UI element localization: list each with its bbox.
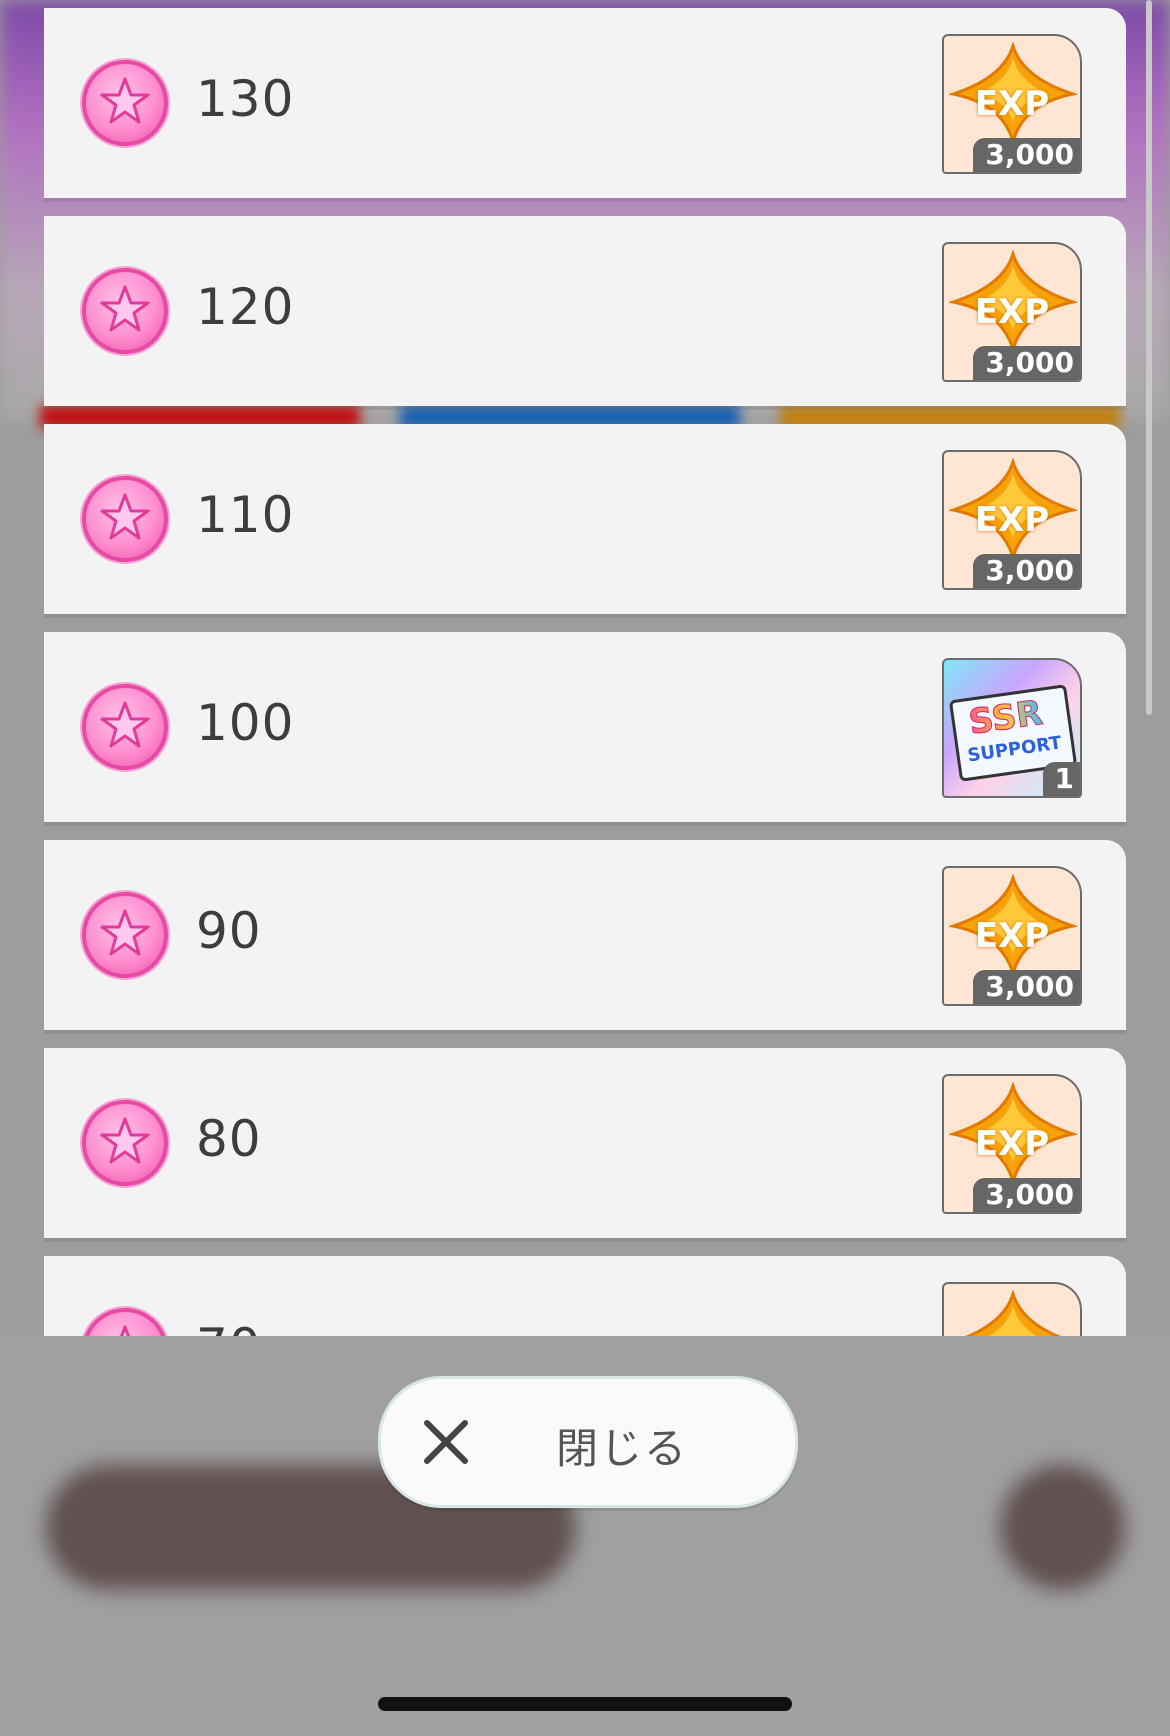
pink-star-coin-icon [82, 1100, 168, 1186]
home-indicator [378, 1697, 792, 1711]
close-icon [424, 1420, 468, 1464]
pink-star-coin-icon [82, 60, 168, 146]
reward-row: 80 EXP 3,000 [44, 1048, 1126, 1238]
reward-row: 70 EXP3,000 [44, 1256, 1126, 1336]
exp-star-icon[interactable]: EXP 3,000 [942, 242, 1082, 382]
exp-star-icon[interactable]: EXP 3,000 [942, 450, 1082, 590]
reward-label: EXP [944, 1332, 1080, 1336]
reward-label: EXP [974, 84, 1050, 124]
pink-star-coin-icon [82, 1308, 168, 1336]
reward-list[interactable]: 130 EXP 3,000 120 EXP 3,000 110 EXP 3,000 100 SSR S… [0, 0, 1170, 1336]
pink-star-coin-icon [82, 268, 168, 354]
reward-row: 100 SSR SUPPORT 1 [44, 632, 1126, 822]
reward-quantity: 3,000 [973, 138, 1080, 172]
exp-star-icon[interactable]: EXP 3,000 [942, 866, 1082, 1006]
pink-star-coin-icon [82, 684, 168, 770]
close-button[interactable]: 閉じる [378, 1376, 798, 1508]
reward-row: 90 EXP 3,000 [44, 840, 1126, 1030]
reward-quantity: 3,000 [973, 554, 1080, 588]
reward-quantity: 1 [1042, 762, 1080, 796]
reward-threshold-value: 90 [196, 902, 262, 960]
reward-quantity: 3,000 [973, 970, 1080, 1004]
exp-star-icon[interactable]: EXP 3,000 [942, 1074, 1082, 1214]
reward-row: 110 EXP 3,000 [44, 424, 1126, 614]
reward-quantity: 3,000 [973, 1178, 1080, 1212]
exp-star-icon[interactable]: EXP3,000 [942, 1282, 1082, 1336]
reward-threshold-value: 70 [196, 1318, 262, 1336]
close-button-label: 閉じる [556, 1424, 689, 1473]
reward-threshold-value: 120 [196, 278, 295, 336]
reward-threshold-value: 80 [196, 1110, 262, 1168]
reward-row: 120 EXP 3,000 [44, 216, 1126, 406]
reward-label: EXP [974, 292, 1050, 332]
pink-star-coin-icon [82, 892, 168, 978]
reward-quantity: 3,000 [973, 346, 1080, 380]
reward-threshold-value: 110 [196, 486, 295, 544]
exp-star-icon[interactable]: EXP 3,000 [942, 34, 1082, 174]
reward-threshold-value: 100 [196, 694, 295, 752]
reward-label: EXP [974, 916, 1050, 956]
pink-star-coin-icon [82, 476, 168, 562]
reward-threshold-value: 130 [196, 70, 295, 128]
ssr-support-ticket-icon[interactable]: SSR SUPPORT 1 [942, 658, 1082, 798]
reward-label: EXP [974, 500, 1050, 540]
reward-label: EXP [974, 1124, 1050, 1164]
reward-row: 130 EXP 3,000 [44, 8, 1126, 198]
